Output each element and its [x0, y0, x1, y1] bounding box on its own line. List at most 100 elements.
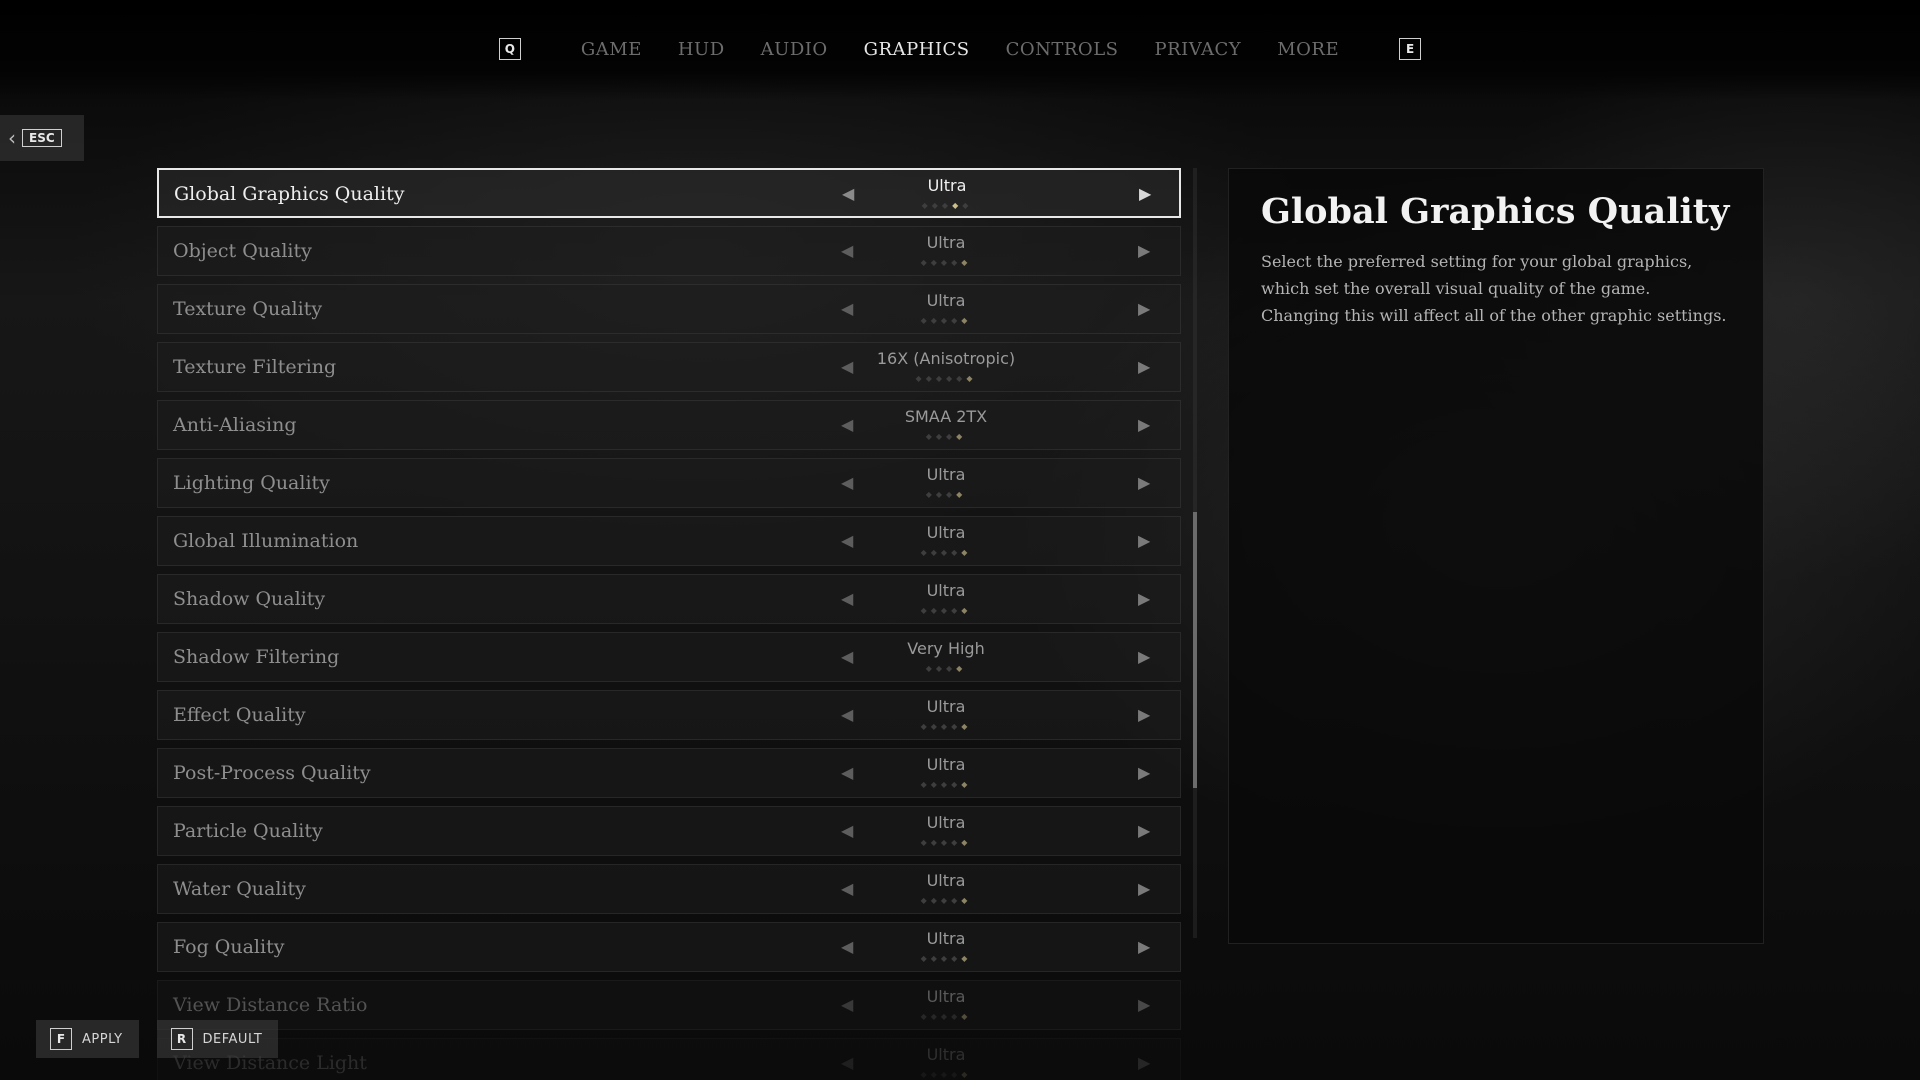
level-dot: ◆: [940, 548, 952, 557]
setting-row[interactable]: Shadow Quality ◀ Ultra ◆◆◆◆◆ ▶: [157, 574, 1181, 624]
setting-row[interactable]: Shadow Filtering ◀ Very High ◆◆◆◆ ▶: [157, 632, 1181, 682]
level-dot: ◆: [925, 374, 936, 383]
level-dot: ◆: [935, 664, 946, 673]
level-dot: ◆: [956, 490, 967, 499]
level-dot: ◆: [930, 258, 941, 267]
arrow-right-icon[interactable]: ▶: [1138, 1039, 1150, 1080]
level-dot: ◆: [920, 838, 931, 847]
arrow-right-icon[interactable]: ▶: [1139, 170, 1151, 218]
level-dot: ◆: [920, 606, 931, 615]
setting-value: Ultra: [926, 523, 966, 542]
level-dot: ◆: [961, 258, 972, 267]
arrow-right-icon[interactable]: ▶: [1138, 923, 1150, 971]
arrow-right-icon[interactable]: ▶: [1138, 749, 1150, 797]
bottom-actions: F APPLY R DEFAULT: [36, 1020, 296, 1058]
tab-more[interactable]: MORE: [1277, 39, 1339, 60]
setting-row[interactable]: Global Graphics Quality ◀ Ultra ◆◆◆◆◆ ▶: [157, 168, 1181, 218]
setting-row[interactable]: Anti-Aliasing ◀ SMAA 2TX ◆◆◆◆ ▶: [157, 400, 1181, 450]
level-indicator: ◆◆◆◆◆: [839, 201, 1055, 210]
setting-row[interactable]: Fog Quality ◀ Ultra ◆◆◆◆◆ ▶: [157, 922, 1181, 972]
level-indicator: ◆◆◆◆◆◆: [838, 374, 1054, 383]
scrollbar-thumb[interactable]: [1193, 512, 1197, 788]
setting-value: Ultra: [926, 233, 966, 252]
setting-row[interactable]: Lighting Quality ◀ Ultra ◆◆◆◆ ▶: [157, 458, 1181, 508]
level-dot: ◆: [940, 954, 952, 963]
arrow-right-icon[interactable]: ▶: [1138, 575, 1150, 623]
level-dot: ◆: [935, 490, 946, 499]
setting-value: Ultra: [927, 176, 967, 195]
level-dot: ◆: [961, 316, 972, 325]
setting-row[interactable]: View Distance Ratio ◀ Ultra ◆◆◆◆◆ ▶: [157, 980, 1181, 1030]
arrow-right-icon[interactable]: ▶: [1138, 865, 1150, 913]
arrow-right-icon[interactable]: ▶: [1138, 517, 1150, 565]
back-button[interactable]: ‹ ESC: [0, 115, 84, 161]
level-dot: ◆: [951, 606, 962, 615]
setting-label: Particle Quality: [173, 820, 323, 842]
level-dot: ◆: [951, 896, 962, 905]
level-dot: ◆: [930, 838, 941, 847]
arrow-right-icon[interactable]: ▶: [1138, 459, 1150, 507]
settings-screen: Q GAME HUD AUDIO GRAPHICS CONTROLS PRIVA…: [0, 0, 1920, 1080]
arrow-right-icon[interactable]: ▶: [1138, 401, 1150, 449]
arrow-right-icon[interactable]: ▶: [1138, 807, 1150, 855]
level-indicator: ◆◆◆◆◆: [838, 548, 1054, 557]
level-dot: ◆: [941, 201, 953, 210]
setting-row[interactable]: Object Quality ◀ Ultra ◆◆◆◆◆ ▶: [157, 226, 1181, 276]
level-dot: ◆: [920, 316, 931, 325]
level-dot: ◆: [961, 606, 972, 615]
apply-key: F: [50, 1028, 72, 1050]
level-dot: ◆: [946, 374, 957, 383]
arrow-right-icon[interactable]: ▶: [1138, 343, 1150, 391]
setting-row[interactable]: Particle Quality ◀ Ultra ◆◆◆◆◆ ▶: [157, 806, 1181, 856]
setting-row[interactable]: Water Quality ◀ Ultra ◆◆◆◆◆ ▶: [157, 864, 1181, 914]
level-indicator: ◆◆◆◆: [838, 664, 1054, 673]
level-dot: ◆: [961, 548, 972, 557]
prev-tab-key[interactable]: Q: [498, 38, 521, 60]
tab-privacy[interactable]: PRIVACY: [1154, 39, 1241, 60]
arrow-right-icon[interactable]: ▶: [1138, 227, 1150, 275]
setting-label: Post-Process Quality: [173, 762, 371, 784]
tab-audio[interactable]: AUDIO: [761, 39, 828, 60]
level-dot: ◆: [930, 722, 941, 731]
setting-row[interactable]: View Distance Light ◀ Ultra ◆◆◆◆◆ ▶: [157, 1038, 1181, 1080]
level-indicator: ◆◆◆◆: [838, 490, 1054, 499]
level-dot: ◆: [935, 432, 946, 441]
tab-hud[interactable]: HUD: [678, 39, 725, 60]
level-dot: ◆: [951, 316, 962, 325]
tab-bar: Q GAME HUD AUDIO GRAPHICS CONTROLS PRIVA…: [0, 38, 1920, 60]
tab-graphics[interactable]: GRAPHICS: [864, 39, 970, 60]
level-dot: ◆: [930, 1070, 941, 1079]
level-dot: ◆: [956, 432, 967, 441]
description-title: Global Graphics Quality: [1261, 191, 1730, 232]
apply-label: APPLY: [82, 1031, 123, 1047]
setting-label: Texture Quality: [173, 298, 323, 320]
level-dot: ◆: [930, 954, 941, 963]
arrow-right-icon[interactable]: ▶: [1138, 633, 1150, 681]
level-dot: ◆: [925, 664, 936, 673]
setting-row[interactable]: Texture Quality ◀ Ultra ◆◆◆◆◆ ▶: [157, 284, 1181, 334]
setting-row[interactable]: Global Illumination ◀ Ultra ◆◆◆◆◆ ▶: [157, 516, 1181, 566]
level-indicator: ◆◆◆◆◆: [838, 896, 1054, 905]
setting-row[interactable]: Texture Filtering ◀ 16X (Anisotropic) ◆◆◆◆◆…: [157, 342, 1181, 392]
level-dot: ◆: [940, 258, 952, 267]
arrow-right-icon[interactable]: ▶: [1138, 981, 1150, 1029]
setting-label: Texture Filtering: [173, 356, 337, 378]
setting-row[interactable]: Effect Quality ◀ Ultra ◆◆◆◆◆ ▶: [157, 690, 1181, 740]
tab-controls[interactable]: CONTROLS: [1006, 39, 1119, 60]
level-dot: ◆: [961, 780, 972, 789]
setting-value: Ultra: [926, 987, 966, 1006]
next-tab-key[interactable]: E: [1399, 38, 1422, 60]
level-dot: ◆: [931, 201, 942, 210]
tab-game[interactable]: GAME: [581, 39, 642, 60]
level-dot: ◆: [961, 1012, 972, 1021]
arrow-right-icon[interactable]: ▶: [1138, 285, 1150, 333]
level-dot: ◆: [946, 490, 957, 499]
default-button[interactable]: R DEFAULT: [156, 1020, 279, 1058]
level-dot: ◆: [920, 954, 931, 963]
apply-button[interactable]: F APPLY: [36, 1020, 139, 1058]
level-dot: ◆: [930, 1012, 941, 1021]
level-indicator: ◆◆◆◆◆: [838, 258, 1054, 267]
level-dot: ◆: [920, 1070, 931, 1079]
setting-row[interactable]: Post-Process Quality ◀ Ultra ◆◆◆◆◆ ▶: [157, 748, 1181, 798]
arrow-right-icon[interactable]: ▶: [1138, 691, 1150, 739]
